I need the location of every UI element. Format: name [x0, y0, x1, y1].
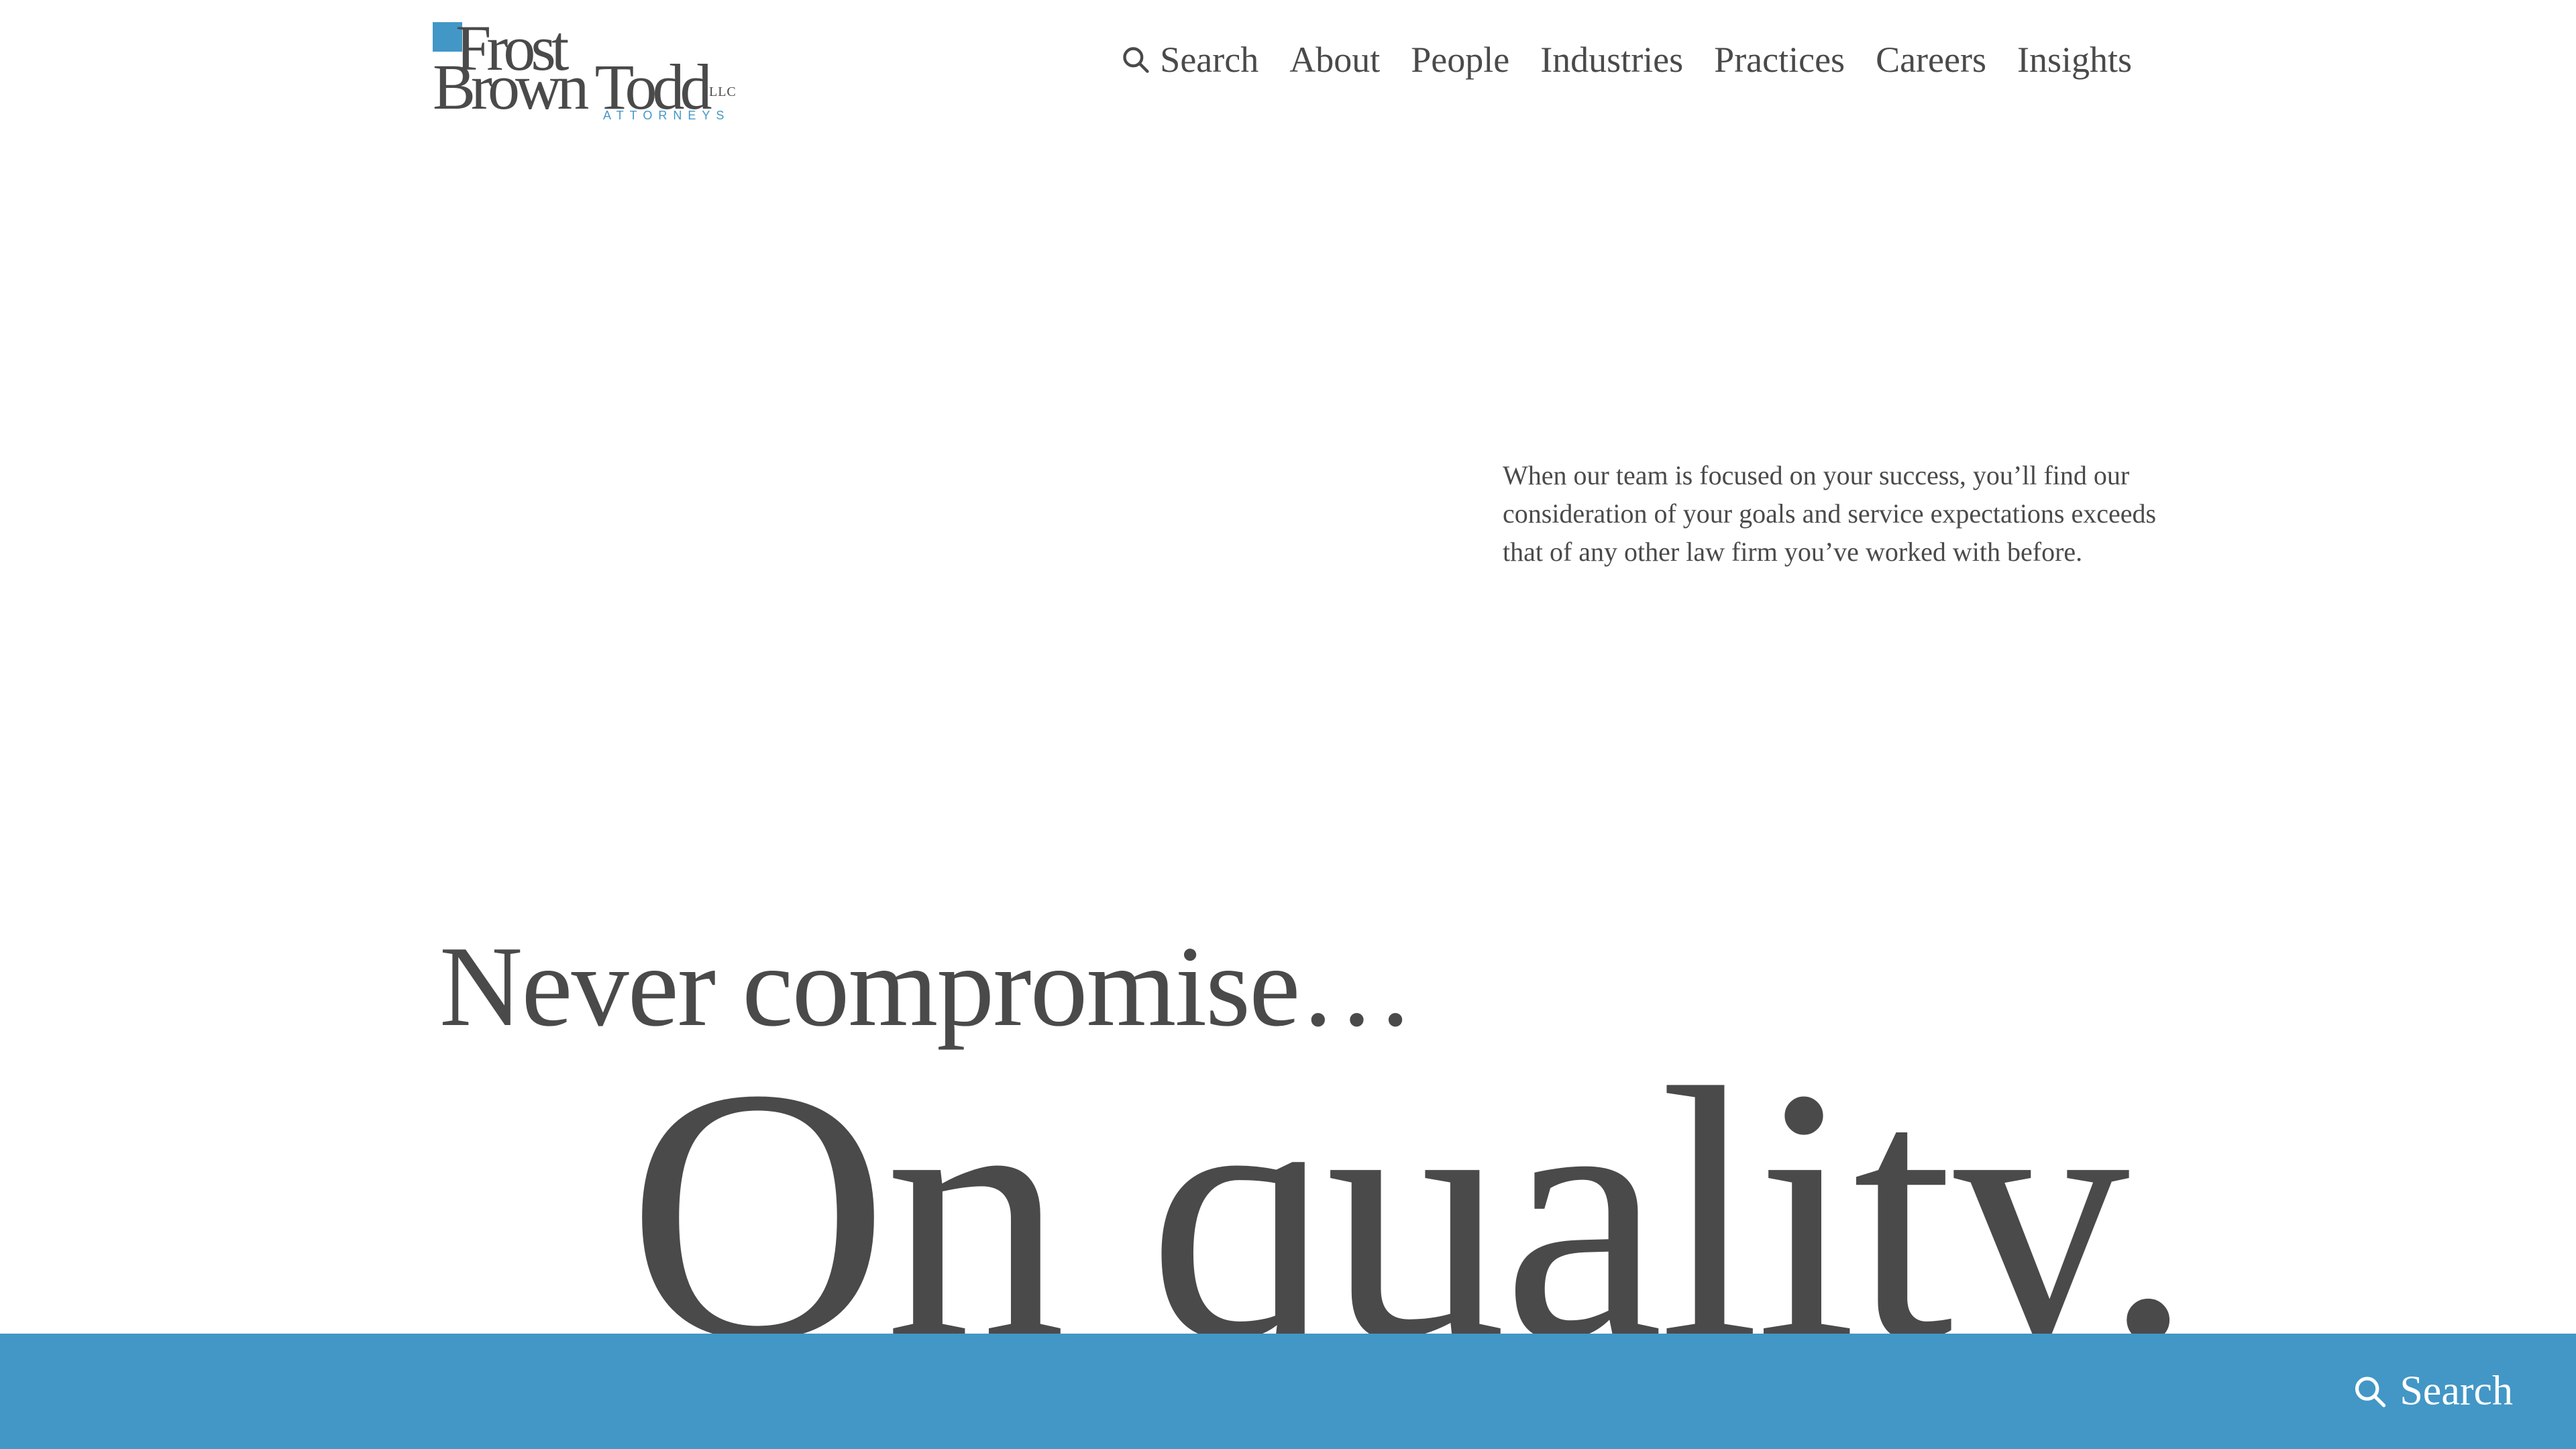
nav-item-about[interactable]: About [1289, 42, 1380, 78]
nav-item-insights[interactable]: Insights [2017, 42, 2132, 78]
nav-item-careers[interactable]: Careers [1876, 42, 1986, 78]
nav-search-label: Search [1160, 40, 1259, 80]
search-icon [2355, 1376, 2386, 1407]
bottom-search-label: Search [2400, 1368, 2513, 1414]
bottom-search-bar: Search [0, 1334, 2576, 1449]
main-nav: Search About People Industries Practices… [1121, 42, 2132, 78]
firm-logo[interactable]: Frost Brown Todd LLC ATTORNEYS [433, 16, 737, 122]
nav-item-people[interactable]: People [1411, 42, 1509, 78]
nav-item-industries[interactable]: Industries [1540, 42, 1683, 78]
bottom-search-button[interactable]: Search [2353, 1368, 2513, 1415]
nav-item-practices[interactable]: Practices [1714, 42, 1845, 78]
search-icon [1123, 47, 1149, 73]
logo-tagline: ATTORNEYS [603, 109, 731, 122]
logo-suffix: LLC [709, 85, 737, 99]
nav-search[interactable]: Search [1121, 42, 1258, 78]
intro-paragraph: When our team is focused on your success… [1503, 460, 2157, 567]
